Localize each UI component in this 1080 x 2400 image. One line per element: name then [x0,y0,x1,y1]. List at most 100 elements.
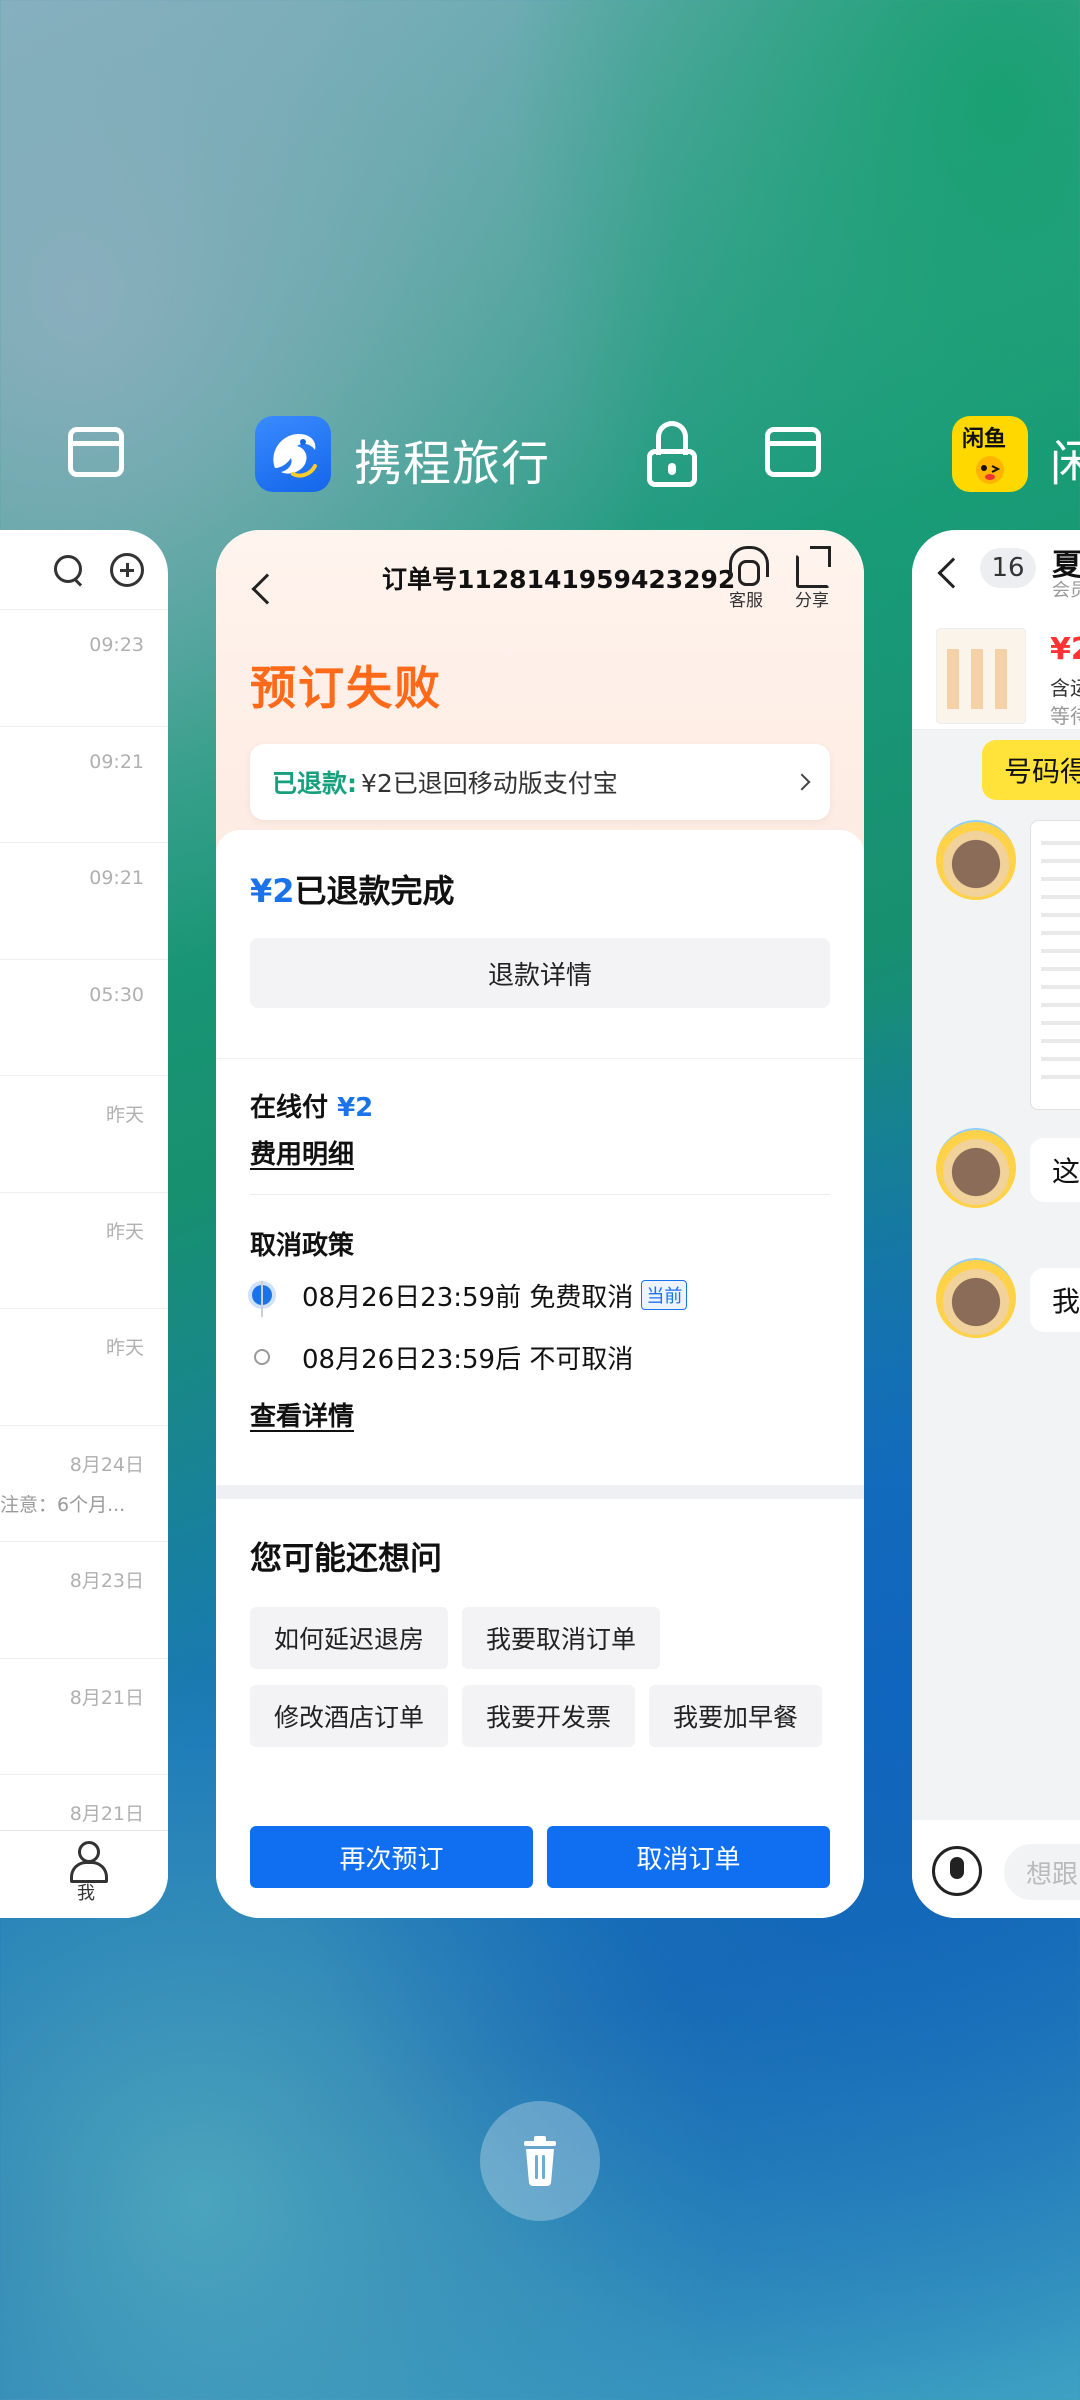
chat-contact-subtitle: 会员 [1052,580,1080,601]
list-item[interactable]: 8月21日 [0,1659,168,1775]
received-message-bubble: 我 [1030,1268,1080,1332]
list-item-time: 昨天 [105,1220,144,1243]
refund-detail-button[interactable]: 退款详情 [250,938,830,1008]
received-message-bubble: 这 [1030,1138,1080,1202]
current-badge: 当前 [641,1280,688,1310]
share-icon [792,544,832,588]
ctrip-app-icon [255,416,331,492]
faq-chips: 如何延迟退房 我要取消订单 修改酒店订单 我要开发票 我要加早餐 [250,1607,840,1747]
faq-chip[interactable]: 如何延迟退房 [250,1607,449,1669]
xianyu-app-icon: 闲鱼 [952,416,1028,492]
share-label: 分享 [795,591,829,611]
share-button[interactable]: 分享 [782,544,842,611]
product-status: 等待 [1050,704,1080,728]
fee-detail-link[interactable]: 费用明细 [250,1134,354,1171]
faq-chip[interactable]: 我要取消订单 [462,1607,661,1669]
ctrip-order-card[interactable]: 订单号1128141959423292 客服 分享 预订失败 已退款: ¥2已退… [216,530,864,1918]
avatar[interactable] [936,820,1016,900]
section-gap [216,1485,864,1499]
headset-icon [726,544,769,586]
tab-me[interactable]: 我 [66,1841,108,1905]
chat-input-bar: 想跟 [912,1820,1080,1918]
list-item-time: 09:21 [89,867,144,889]
payment-section: 在线付 ¥2 费用明细 [216,1058,864,1194]
search-icon[interactable] [54,554,84,585]
back-chevron-icon[interactable] [937,557,969,589]
policy-detail-link[interactable]: 查看详情 [250,1396,354,1433]
list-item-time: 8月21日 [69,1686,144,1709]
left-card-tabbar: 我 [0,1830,168,1918]
back-chevron-icon[interactable] [251,573,283,605]
microphone-icon[interactable] [932,1846,982,1896]
add-circle-icon[interactable] [110,552,144,587]
right-app-title: 闲 [1050,436,1080,492]
faq-chip[interactable]: 我要开发票 [462,1685,636,1747]
policy-item-free-cancel: 08月26日23:59前 免费取消 当前 [250,1266,830,1324]
payment-line: 在线付 ¥2 [250,1087,830,1124]
order-number: 订单号1128141959423292 [382,565,736,594]
list-item-time: 8月23日 [69,1570,144,1592]
list-item[interactable]: 昨天 [0,1076,168,1193]
avatar[interactable] [936,1258,1016,1338]
received-image-message[interactable] [1030,820,1080,1110]
faq-chip[interactable]: 我要加早餐 [649,1685,823,1747]
xianyu-chat-card[interactable]: 16 夏 会员 ¥2 含运 等待 号码得 这 我 想跟 [912,530,1080,1918]
customer-service-button[interactable]: 客服 [716,544,776,611]
left-window-icon[interactable] [68,427,124,477]
list-item[interactable]: 昨天 [0,1193,168,1309]
list-item[interactable]: 昨天 [0,1309,168,1426]
policy-item-text: 08月26日23:59后 不可取消 [302,1344,634,1375]
list-item[interactable]: 09:21 [0,727,168,843]
left-card-toolbar [0,530,168,610]
list-item[interactable]: 05:30 [0,960,168,1076]
order-status-title: 预订失败 [250,661,442,715]
center-app-title: 携程旅行 [354,436,551,492]
product-includes: 含运 [1050,676,1080,700]
center-window-icon[interactable] [765,427,821,477]
left-card-list: 09:23 09:21 09:21 05:30 昨天 昨天 昨天 8月24日 注意：6个月...… [0,610,168,1892]
order-header: 订单号1128141959423292 客服 分享 预订失败 已退款: ¥2已退… [216,530,864,850]
list-item[interactable]: 09:23 [0,610,168,727]
refund-status-bar[interactable]: 已退款: ¥2已退回移动版支付宝 [250,744,830,820]
chat-header: 16 夏 会员 [912,530,1080,620]
product-price: ¥2 [1050,632,1080,667]
customer-service-label: 客服 [729,591,763,611]
chat-input[interactable]: 想跟 [1004,1844,1080,1900]
list-item-time: 昨天 [105,1337,144,1359]
faq-section: 您可能还想问 如何延迟退房 我要取消订单 修改酒店订单 我要开发票 我要加早餐 [216,1499,864,1747]
chevron-right-icon [793,773,811,791]
left-app-card[interactable]: 09:23 09:21 09:21 05:30 昨天 昨天 昨天 8月24日 注意：6个月...… [0,530,168,1918]
cancel-policy-title: 取消政策 [250,1231,355,1261]
refund-status-text: ¥2已退回移动版支付宝 [361,769,618,798]
list-item-time: 09:21 [89,750,144,773]
person-icon [68,1841,108,1883]
cancel-policy-section: 取消政策 08月26日23:59前 免费取消 当前 08月26日23:59后 不… [216,1195,864,1485]
trash-icon [524,2136,556,2186]
timeline-line [261,1281,263,1317]
sent-message-bubble: 号码得 [982,740,1080,800]
refund-amount-line: ¥2已退款完成 [250,866,830,912]
list-item-time: 05:30 [89,983,144,1006]
timeline-dot [254,1349,270,1365]
list-item-time: 8月21日 [69,1803,144,1825]
cancel-order-button[interactable]: 取消订单 [547,1826,830,1888]
refund-section: ¥2已退款完成 退款详情 [216,830,864,1058]
refund-status-label: 已退款: [272,769,357,798]
payment-amount: ¥2 [337,1093,374,1123]
clear-all-button[interactable] [480,2101,600,2221]
faq-title: 您可能还想问 [250,1539,443,1577]
svg-text:闲鱼: 闲鱼 [962,426,1006,452]
faq-chip[interactable]: 修改酒店订单 [250,1685,449,1747]
list-item[interactable]: 09:21 [0,843,168,960]
refund-amount: ¥2 [250,872,295,910]
list-item[interactable]: 8月23日 [0,1542,168,1659]
list-item[interactable]: 8月24日 注意：6个月... [0,1426,168,1542]
unread-count-badge: 16 [980,548,1036,588]
lock-icon[interactable] [647,421,697,487]
rebook-button[interactable]: 再次预订 [250,1826,533,1888]
refund-complete-text: 已退款完成 [294,872,455,910]
product-thumbnail [936,628,1026,724]
avatar[interactable] [936,1128,1016,1208]
order-footer: 再次预订 取消订单 [216,1822,864,1918]
product-bar[interactable]: ¥2 含运 等待 [912,620,1080,730]
